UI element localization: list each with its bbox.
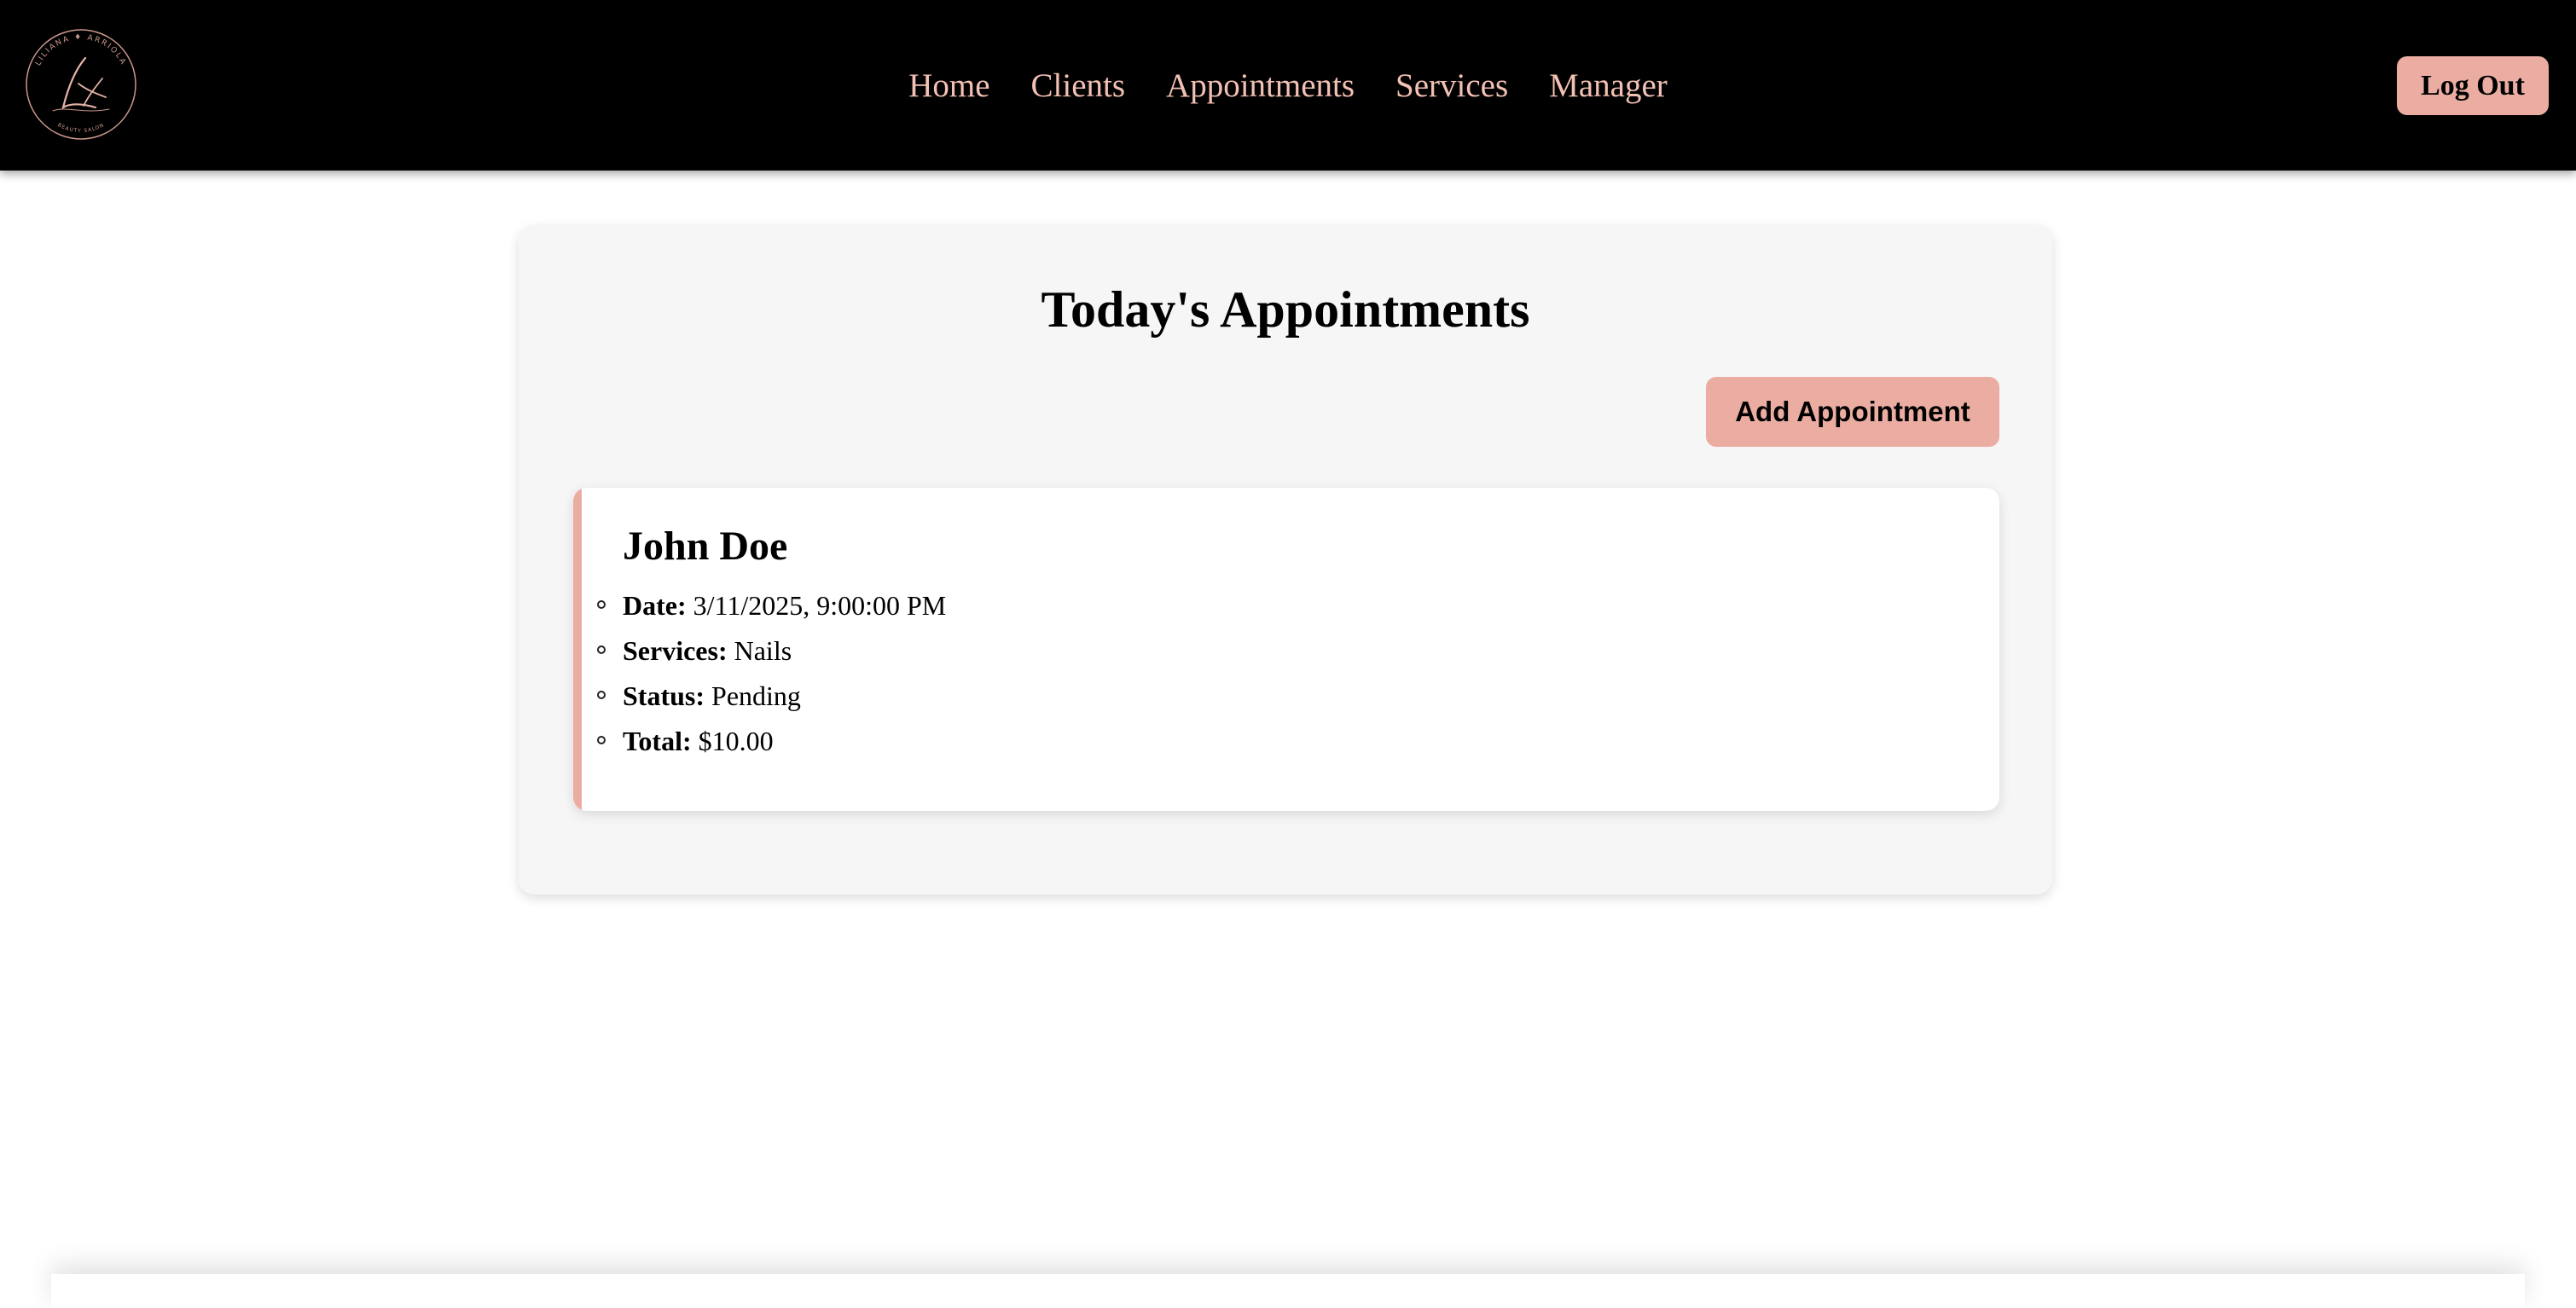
top-navbar: LILIANA ♦ ARRIOLA BEAUTY SALON Home Clie… [0,0,2576,171]
status-label: Status: [623,680,712,711]
status-value: Pending [711,680,801,711]
add-appointment-button[interactable]: Add Appointment [1706,377,1999,447]
bullet-circle-icon [597,600,606,609]
total-label: Total: [623,726,699,756]
footer-shadow [51,1274,2525,1308]
appointment-card: John Doe Date: 3/11/2025, 9:00:00 PM Ser… [573,488,1999,811]
date-label: Date: [623,590,693,621]
bullet-circle-icon [597,736,606,744]
bullet-circle-icon [597,691,606,699]
total-value: $10.00 [698,726,774,756]
nav-link-services[interactable]: Services [1395,67,1508,105]
date-value: 3/11/2025, 9:00:00 PM [693,590,947,621]
log-out-button[interactable]: Log Out [2397,56,2549,115]
bullet-circle-icon [597,645,606,654]
nav-link-clients[interactable]: Clients [1031,67,1126,105]
detail-services: Services: Nails [597,628,946,674]
appointments-panel: Today's Appointments Add Appointment Joh… [519,226,2052,894]
services-value: Nails [734,635,792,666]
detail-date: Date: 3/11/2025, 9:00:00 PM [597,583,947,628]
card-accent-bar [573,488,582,811]
nav-link-home[interactable]: Home [908,67,989,105]
detail-status: Status: Pending [597,674,946,719]
appointment-details-list: Date: 3/11/2025, 9:00:00 PM Services: Na… [597,583,947,764]
detail-total: Total: $10.00 [597,719,946,764]
page-title: Today's Appointments [1041,281,1530,338]
client-name: John Doe [623,524,788,569]
main-navigation: Home Clients Appointments Services Manag… [0,0,2576,171]
nav-link-manager[interactable]: Manager [1549,67,1668,105]
services-label: Services: [623,635,734,666]
nav-link-appointments[interactable]: Appointments [1166,67,1355,105]
